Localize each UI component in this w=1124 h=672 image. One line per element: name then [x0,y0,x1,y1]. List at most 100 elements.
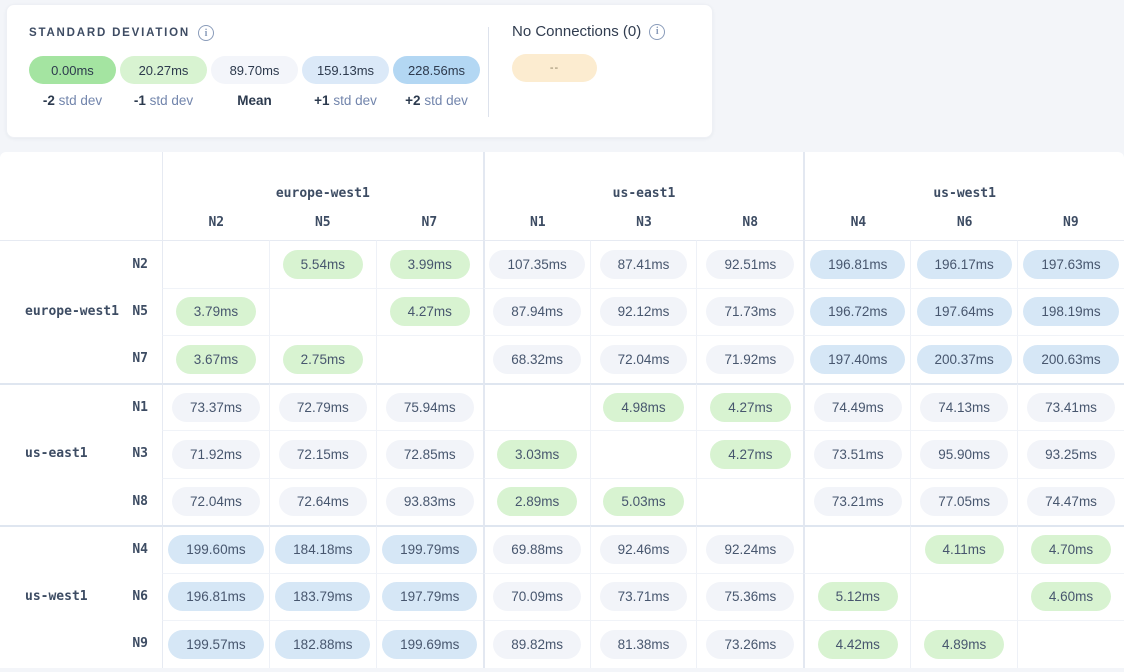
column-node-header: N9 [1018,215,1124,231]
latency-pill[interactable]: 73.51ms [814,440,902,469]
legend-stop: 0.00ms-2 std dev [29,56,116,108]
latency-pill[interactable]: 107.35ms [489,250,584,279]
no-connections-pill: -- [512,54,597,82]
legend-card: STANDARD DEVIATION i 0.00ms-2 std dev20.… [6,4,713,138]
matrix-cell: 92.24ms [696,525,803,573]
latency-pill[interactable]: 92.51ms [706,250,794,279]
latency-pill[interactable]: 2.89ms [497,487,577,516]
matrix-cell: 5.03ms [590,478,697,526]
latency-pill[interactable]: 72.79ms [279,393,367,422]
legend-title: STANDARD DEVIATION [29,27,190,39]
latency-pill[interactable]: 92.46ms [600,535,688,564]
latency-pill[interactable]: 196.17ms [917,250,1012,279]
latency-pill[interactable]: 2.75ms [283,345,363,374]
matrix-cell [269,288,376,336]
latency-pill[interactable]: 197.40ms [810,345,905,374]
latency-pill[interactable]: 197.79ms [382,582,477,611]
matrix-cell [696,478,803,526]
matrix-cell: 95.90ms [910,430,1017,478]
latency-pill[interactable]: 4.42ms [818,630,898,659]
latency-pill[interactable]: 196.81ms [810,250,905,279]
latency-pill[interactable]: 3.79ms [176,297,256,326]
matrix-cell: 74.49ms [803,383,910,431]
latency-pill[interactable]: 199.69ms [382,630,477,659]
latency-pill[interactable]: 4.11ms [925,535,1004,564]
latency-pill[interactable]: 72.64ms [279,487,367,516]
latency-pill[interactable]: 200.37ms [917,345,1012,374]
latency-pill[interactable]: 93.25ms [1027,440,1115,469]
matrix-cell: 92.46ms [590,525,697,573]
latency-pill[interactable]: 72.04ms [600,345,688,374]
latency-pill[interactable]: 87.94ms [493,297,581,326]
latency-pill[interactable]: 182.88ms [275,630,370,659]
matrix-cell: 71.92ms [696,335,803,383]
latency-pill[interactable]: 75.36ms [706,582,794,611]
latency-pill[interactable]: 197.63ms [1023,250,1118,279]
latency-pill[interactable]: 71.92ms [706,345,794,374]
legend-pill: 20.27ms [120,56,207,84]
latency-pill[interactable]: 4.27ms [710,393,790,422]
std-dev-info-icon[interactable]: i [198,25,214,41]
latency-pill[interactable]: 73.37ms [172,393,260,422]
latency-pill[interactable]: 69.88ms [493,535,581,564]
latency-pill[interactable]: 3.99ms [390,250,470,279]
latency-pill[interactable]: 93.83ms [386,487,474,516]
latency-pill[interactable]: 5.12ms [818,582,898,611]
latency-pill[interactable]: 72.04ms [172,487,260,516]
matrix-cell: 2.89ms [483,478,590,526]
latency-pill[interactable]: 4.27ms [390,297,470,326]
latency-pill[interactable]: 72.85ms [386,440,474,469]
latency-pill[interactable]: 71.92ms [172,440,260,469]
latency-pill[interactable]: 4.89ms [924,630,1004,659]
latency-pill[interactable]: 199.57ms [168,630,263,659]
latency-pill[interactable]: 92.24ms [706,535,794,564]
latency-pill[interactable]: 73.26ms [706,630,794,659]
no-connections-info-icon[interactable]: i [649,24,665,40]
latency-pill[interactable]: 4.98ms [603,393,683,422]
latency-pill[interactable]: 196.72ms [810,297,905,326]
latency-pill[interactable]: 5.03ms [603,487,683,516]
matrix-cell: 196.17ms [910,240,1017,288]
matrix-cell: 87.41ms [590,240,697,288]
latency-pill[interactable]: 70.09ms [493,582,581,611]
latency-pill[interactable]: 77.05ms [920,487,1008,516]
latency-pill[interactable]: 4.70ms [1031,535,1111,564]
latency-pill[interactable]: 71.73ms [706,297,794,326]
latency-pill[interactable]: 3.03ms [497,440,577,469]
latency-pill[interactable]: 74.13ms [920,393,1008,422]
latency-pill[interactable]: 3.67ms [176,345,256,374]
latency-pill[interactable]: 184.18ms [275,535,370,564]
latency-pill[interactable]: 199.60ms [168,535,263,564]
matrix-cell: 72.04ms [162,478,269,526]
latency-pill[interactable]: 4.60ms [1031,582,1111,611]
latency-pill[interactable]: 73.41ms [1027,393,1115,422]
latency-pill[interactable]: 81.38ms [600,630,688,659]
latency-pill[interactable]: 196.81ms [168,582,263,611]
latency-pill[interactable]: 198.19ms [1023,297,1118,326]
latency-pill[interactable]: 73.21ms [814,487,902,516]
matrix-cell: 197.79ms [376,573,483,621]
latency-pill[interactable]: 95.90ms [920,440,1008,469]
matrix-cell: 199.57ms [162,620,269,668]
row-label: N7 [0,335,162,383]
latency-pill[interactable]: 87.41ms [600,250,688,279]
latency-pill[interactable]: 72.15ms [279,440,367,469]
row-label: us-west1N6 [0,573,162,621]
latency-pill[interactable]: 73.71ms [600,582,688,611]
matrix-cell: 75.36ms [696,573,803,621]
latency-pill[interactable]: 89.82ms [493,630,581,659]
latency-pill[interactable]: 4.27ms [710,440,790,469]
latency-pill[interactable]: 75.94ms [386,393,474,422]
latency-pill[interactable]: 183.79ms [275,582,370,611]
latency-pill[interactable]: 197.64ms [917,297,1012,326]
latency-pill[interactable]: 5.54ms [283,250,363,279]
latency-pill[interactable]: 74.47ms [1027,487,1115,516]
latency-pill[interactable]: 68.32ms [493,345,581,374]
latency-pill[interactable]: 200.63ms [1023,345,1118,374]
column-node-header: N8 [697,215,803,231]
matrix-cell: 4.11ms [910,525,1017,573]
latency-pill[interactable]: 199.79ms [382,535,477,564]
row-region-label: europe-west1 [25,304,119,319]
latency-pill[interactable]: 74.49ms [814,393,902,422]
latency-pill[interactable]: 92.12ms [600,297,688,326]
